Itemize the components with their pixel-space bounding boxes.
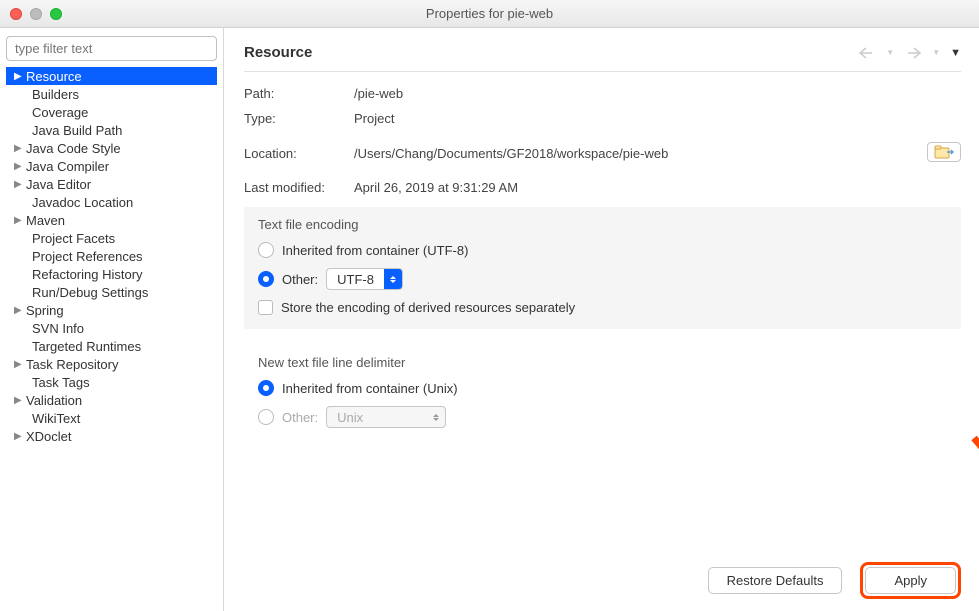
- chevron-right-icon: ▶: [14, 143, 24, 154]
- tree-item-label: Task Tags: [32, 375, 90, 390]
- tree-item-label: WikiText: [32, 411, 80, 426]
- tree-item-maven[interactable]: ▶Maven: [6, 211, 217, 229]
- encoding-inherited-label: Inherited from container (UTF-8): [282, 243, 468, 258]
- restore-defaults-button[interactable]: Restore Defaults: [708, 567, 843, 594]
- tree-item-wikitext[interactable]: WikiText: [6, 409, 217, 427]
- chevron-right-icon: ▶: [14, 179, 24, 190]
- tree-item-label: Java Editor: [26, 177, 91, 192]
- delimiter-group: New text file line delimiter Inherited f…: [244, 345, 961, 442]
- tree-item-xdoclet[interactable]: ▶XDoclet: [6, 427, 217, 445]
- encoding-select[interactable]: UTF-8: [326, 268, 403, 290]
- delimiter-select-value: Unix: [337, 410, 363, 425]
- menu-dropdown-icon[interactable]: ▼: [950, 47, 961, 59]
- type-label: Type:: [244, 111, 354, 126]
- show-in-system-explorer-button[interactable]: [927, 142, 961, 162]
- tree-item-label: Project Facets: [32, 231, 115, 246]
- tree-item-run-debug-settings[interactable]: Run/Debug Settings: [6, 283, 217, 301]
- chevron-right-icon: ▶: [14, 359, 24, 370]
- tree-item-javadoc-location[interactable]: Javadoc Location: [6, 193, 217, 211]
- chevron-right-icon: ▶: [14, 305, 24, 316]
- forward-dropdown-icon[interactable]: ▼: [932, 48, 940, 57]
- apply-highlight-annotation: Apply: [860, 562, 961, 599]
- tree-item-resource[interactable]: ▶Resource: [6, 67, 217, 85]
- page-title: Resource: [244, 44, 312, 61]
- chevron-updown-icon: [427, 407, 445, 427]
- chevron-right-icon: ▶: [14, 215, 24, 226]
- delimiter-other-radio[interactable]: [258, 409, 274, 425]
- nav-icons: ▼ ▼ ▼: [858, 47, 961, 59]
- tree-item-java-editor[interactable]: ▶Java Editor: [6, 175, 217, 193]
- tree-item-coverage[interactable]: Coverage: [6, 103, 217, 121]
- tree-item-label: Java Build Path: [32, 123, 122, 138]
- tree-item-label: Targeted Runtimes: [32, 339, 141, 354]
- tree-item-label: SVN Info: [32, 321, 84, 336]
- titlebar: Properties for pie-web: [0, 0, 979, 28]
- back-icon[interactable]: [858, 47, 876, 59]
- modified-label: Last modified:: [244, 180, 354, 195]
- sidebar: ▶ResourceBuildersCoverageJava Build Path…: [0, 28, 224, 611]
- tree-item-label: Coverage: [32, 105, 88, 120]
- tree-item-label: Validation: [26, 393, 82, 408]
- arrow-annotation: [964, 428, 979, 608]
- delimiter-select: Unix: [326, 406, 446, 428]
- encoding-other-radio[interactable]: [258, 271, 274, 287]
- encoding-group: Text file encoding Inherited from contai…: [244, 207, 961, 329]
- chevron-right-icon: ▶: [14, 161, 24, 172]
- forward-icon[interactable]: [904, 47, 922, 59]
- tree-item-label: Task Repository: [26, 357, 118, 372]
- chevron-updown-icon: [384, 269, 402, 289]
- tree-item-refactoring-history[interactable]: Refactoring History: [6, 265, 217, 283]
- location-label: Location:: [244, 146, 354, 162]
- folder-icon: [934, 145, 954, 159]
- encoding-group-title: Text file encoding: [258, 217, 947, 232]
- location-value: /Users/Chang/Documents/GF2018/workspace/…: [354, 146, 927, 162]
- back-dropdown-icon[interactable]: ▼: [886, 48, 894, 57]
- apply-button[interactable]: Apply: [865, 567, 956, 594]
- tree-item-project-facets[interactable]: Project Facets: [6, 229, 217, 247]
- path-value: /pie-web: [354, 86, 961, 101]
- tree-item-spring[interactable]: ▶Spring: [6, 301, 217, 319]
- chevron-right-icon: ▶: [14, 431, 24, 442]
- tree-item-label: Resource: [26, 69, 82, 84]
- encoding-select-value: UTF-8: [337, 272, 374, 287]
- encoding-inherited-radio[interactable]: [258, 242, 274, 258]
- tree-item-label: Java Code Style: [26, 141, 121, 156]
- tree-item-project-references[interactable]: Project References: [6, 247, 217, 265]
- tree-item-label: Run/Debug Settings: [32, 285, 148, 300]
- tree-item-label: Project References: [32, 249, 143, 264]
- tree-item-java-compiler[interactable]: ▶Java Compiler: [6, 157, 217, 175]
- tree-item-svn-info[interactable]: SVN Info: [6, 319, 217, 337]
- modified-value: April 26, 2019 at 9:31:29 AM: [354, 180, 961, 195]
- delimiter-group-title: New text file line delimiter: [258, 355, 947, 370]
- tree-item-label: Builders: [32, 87, 79, 102]
- tree-item-task-tags[interactable]: Task Tags: [6, 373, 217, 391]
- tree-item-java-build-path[interactable]: Java Build Path: [6, 121, 217, 139]
- tree-item-label: Java Compiler: [26, 159, 109, 174]
- tree-item-label: XDoclet: [26, 429, 72, 444]
- tree-item-label: Spring: [26, 303, 64, 318]
- window-title: Properties for pie-web: [0, 6, 979, 21]
- tree-item-builders[interactable]: Builders: [6, 85, 217, 103]
- tree-item-validation[interactable]: ▶Validation: [6, 391, 217, 409]
- tree-item-label: Javadoc Location: [32, 195, 133, 210]
- store-derived-checkbox[interactable]: [258, 300, 273, 315]
- tree: ▶ResourceBuildersCoverageJava Build Path…: [6, 67, 217, 603]
- chevron-right-icon: ▶: [14, 71, 24, 82]
- tree-item-label: Refactoring History: [32, 267, 143, 282]
- encoding-other-label: Other:: [282, 272, 318, 287]
- tree-item-java-code-style[interactable]: ▶Java Code Style: [6, 139, 217, 157]
- filter-input[interactable]: [6, 36, 217, 61]
- store-derived-label: Store the encoding of derived resources …: [281, 300, 575, 315]
- tree-item-targeted-runtimes[interactable]: Targeted Runtimes: [6, 337, 217, 355]
- delimiter-inherited-label: Inherited from container (Unix): [282, 381, 458, 396]
- type-value: Project: [354, 111, 961, 126]
- delimiter-other-label: Other:: [282, 410, 318, 425]
- path-label: Path:: [244, 86, 354, 101]
- tree-item-label: Maven: [26, 213, 65, 228]
- main-panel: Resource ▼ ▼ ▼ Path: /pie-web Type: Proj…: [224, 28, 979, 611]
- delimiter-inherited-radio[interactable]: [258, 380, 274, 396]
- tree-item-task-repository[interactable]: ▶Task Repository: [6, 355, 217, 373]
- chevron-right-icon: ▶: [14, 395, 24, 406]
